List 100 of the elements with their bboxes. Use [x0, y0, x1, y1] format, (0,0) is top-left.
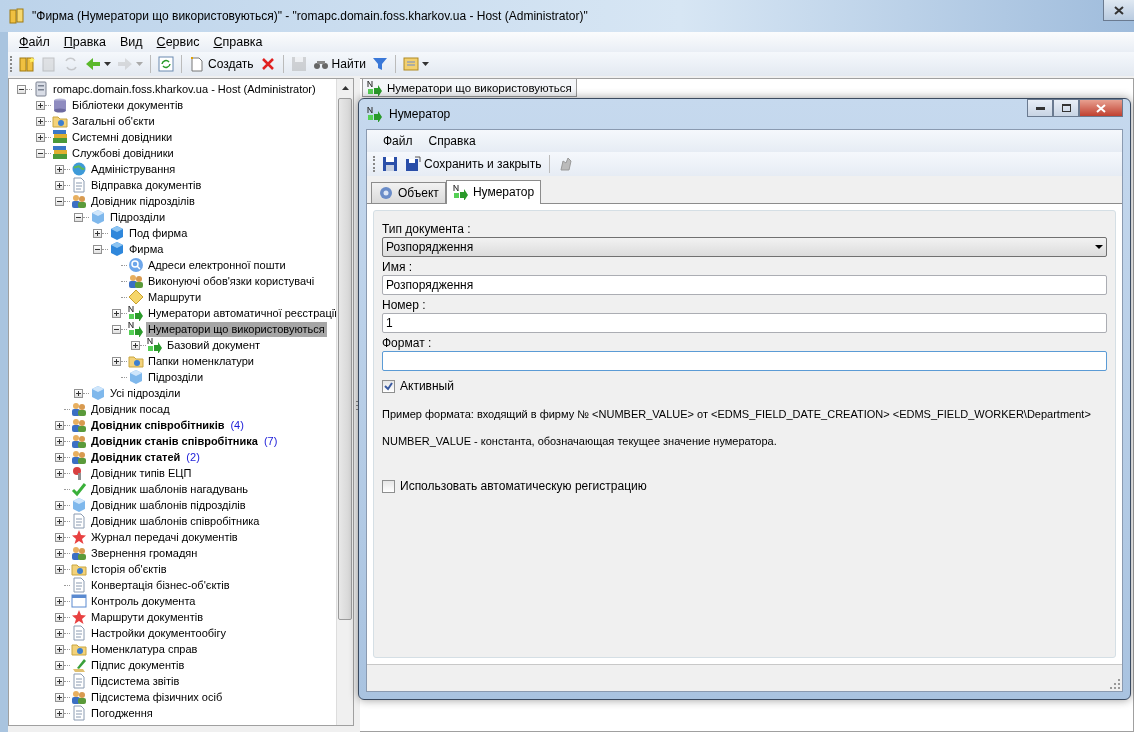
text-field[interactable]: Розпорядження — [382, 275, 1107, 295]
up-arrow-icon[interactable] — [341, 85, 349, 90]
expand-toggle[interactable] — [55, 500, 64, 510]
close-button[interactable] — [1103, 0, 1134, 21]
save-button[interactable] — [380, 155, 400, 173]
expand-toggle[interactable] — [55, 564, 64, 574]
expand-toggle[interactable] — [55, 516, 64, 526]
tree-item[interactable]: Фирма — [127, 241, 166, 257]
expand-toggle[interactable] — [131, 340, 140, 350]
expand-toggle[interactable] — [93, 228, 102, 238]
checkbox[interactable] — [382, 479, 395, 493]
tree-item[interactable]: Довідник статей — [89, 449, 183, 465]
minimize-button[interactable] — [1027, 99, 1053, 117]
tab[interactable]: Объект — [371, 182, 446, 203]
collapse-toggle[interactable] — [112, 324, 121, 334]
tree-item[interactable]: Підрозділи — [146, 369, 206, 385]
tree-item[interactable]: Системні довідники — [70, 129, 175, 145]
tool-button[interactable] — [156, 55, 176, 73]
tree-item[interactable]: Відправка документів — [89, 177, 204, 193]
tree-item[interactable]: Настройки документообігу — [89, 625, 228, 641]
tree-item[interactable]: Маршрути — [146, 289, 204, 305]
tree-item[interactable]: Виконуючі обов'язки користувачі — [146, 273, 317, 289]
tree-item[interactable]: Службові довідники — [70, 145, 176, 161]
save-and-close-button[interactable]: Сохранить и закрыть — [403, 155, 544, 173]
tree-item[interactable]: Підпис документів — [89, 657, 187, 673]
expand-toggle[interactable] — [55, 532, 64, 542]
expand-toggle[interactable] — [74, 388, 83, 398]
maximize-button[interactable] — [1053, 99, 1079, 117]
expand-toggle[interactable] — [55, 436, 64, 446]
collapse-toggle[interactable] — [36, 148, 45, 158]
expand-toggle[interactable] — [55, 612, 64, 622]
expand-toggle[interactable] — [55, 548, 64, 558]
tree-item[interactable]: Підсистема фізичних осіб — [89, 689, 225, 705]
expand-toggle[interactable] — [36, 116, 45, 126]
expand-toggle[interactable] — [55, 468, 64, 478]
tree-item[interactable]: Довідник шаблонів підрозділів — [89, 497, 248, 513]
tool-button[interactable]: Создать — [187, 55, 256, 73]
document-tab[interactable]: Нумератори що використовуються — [362, 79, 577, 97]
text-field[interactable]: 1 — [382, 313, 1107, 333]
expand-toggle[interactable] — [36, 132, 45, 142]
tree-item[interactable]: Довідник станів співробітника — [89, 433, 260, 449]
tree-item[interactable]: Загальні об'єкти — [70, 113, 157, 129]
expand-toggle[interactable] — [55, 420, 64, 430]
expand-toggle[interactable] — [55, 628, 64, 638]
menu-item[interactable]: Файл — [375, 132, 421, 150]
collapse-toggle[interactable] — [93, 244, 102, 254]
tree-item[interactable]: Довідник підрозділів — [89, 193, 197, 209]
tree-item[interactable]: Папки номенклатури — [146, 353, 256, 369]
menu-item[interactable]: Справка — [206, 35, 270, 49]
menu-item[interactable]: Правка — [56, 35, 113, 49]
tree-item[interactable]: Історія об'єктів — [89, 561, 169, 577]
close-button[interactable] — [1079, 99, 1123, 117]
expand-toggle[interactable] — [55, 452, 64, 462]
tree-item[interactable]: Довідник типів ЕЦП — [89, 465, 194, 481]
scrollbar[interactable] — [336, 79, 353, 725]
menu-item[interactable]: Сервис — [149, 35, 207, 49]
expand-toggle[interactable] — [55, 692, 64, 702]
menu-item[interactable]: Файл — [12, 35, 57, 49]
tool-button[interactable] — [17, 55, 37, 73]
tool-button[interactable]: Найти — [310, 55, 368, 73]
checkbox[interactable] — [382, 379, 395, 393]
resize-grip-icon[interactable] — [1110, 679, 1120, 689]
tree-item[interactable]: Конвертація бізнес-об'єктів — [89, 577, 232, 593]
tree-item[interactable]: Підсистема звітів — [89, 673, 182, 689]
tree-item[interactable]: Адміністрування — [89, 161, 178, 177]
tree-item[interactable]: Адреси електронної пошти — [146, 257, 288, 273]
expand-toggle[interactable] — [112, 356, 121, 366]
tab[interactable]: Нумератор — [445, 180, 542, 204]
tree-item[interactable]: Довідник шаблонів нагадувань — [89, 481, 250, 497]
expand-toggle[interactable] — [55, 676, 64, 686]
text-field[interactable] — [382, 351, 1107, 371]
tree-item[interactable]: Журнал передачі документів — [89, 529, 240, 545]
tool-button[interactable] — [400, 55, 431, 73]
tree-item[interactable]: Под фирма — [127, 225, 190, 241]
tree-item[interactable]: Бібліотеки документів — [70, 97, 186, 113]
tree-item[interactable]: Звернення громадян — [89, 545, 200, 561]
tree-item[interactable]: Базовий документ — [165, 337, 263, 353]
tree-item[interactable]: Усі підрозділи — [108, 385, 183, 401]
tree-item[interactable]: Довідник посад — [89, 401, 172, 417]
type-dropdown[interactable]: Розпорядження — [382, 237, 1107, 257]
expand-toggle[interactable] — [55, 708, 64, 718]
tree-item[interactable]: Погодження — [89, 705, 155, 721]
tree-item[interactable]: Довідник шаблонів співробітника — [89, 513, 262, 529]
tree-item[interactable]: Довідник співробітників — [89, 417, 227, 433]
tree-item[interactable]: romapc.domain.foss.kharkov.ua - Host (Administrator) — [51, 81, 318, 97]
collapse-toggle[interactable] — [17, 84, 26, 94]
tree-item[interactable]: Маршрути документів — [89, 609, 205, 625]
tree-item[interactable]: Нумератори що використовуються — [146, 321, 327, 337]
expand-toggle[interactable] — [112, 308, 121, 318]
collapse-toggle[interactable] — [74, 212, 83, 222]
collapse-toggle[interactable] — [55, 196, 64, 206]
expand-toggle[interactable] — [55, 660, 64, 670]
tree-item[interactable]: Номенклатура справ — [89, 641, 200, 657]
expand-toggle[interactable] — [55, 164, 64, 174]
expand-toggle[interactable] — [55, 596, 64, 606]
expand-toggle[interactable] — [55, 644, 64, 654]
menu-item[interactable]: Справка — [420, 132, 484, 150]
tree-item[interactable]: Підрозділи — [108, 209, 168, 225]
expand-toggle[interactable] — [36, 100, 45, 110]
menu-item[interactable]: Вид — [113, 35, 150, 49]
